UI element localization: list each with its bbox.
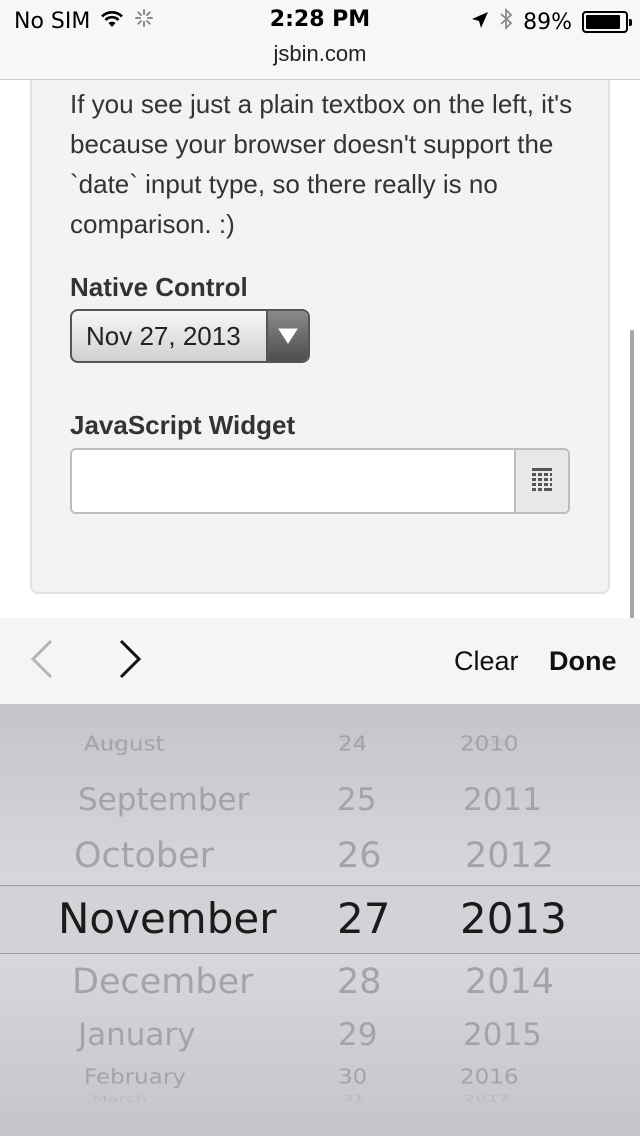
done-button[interactable]: Done	[549, 646, 617, 677]
battery-icon	[582, 11, 632, 33]
comparison-panel: If you see just a plain textbox on the l…	[30, 80, 610, 594]
status-bar: No SIM 2:28 PM 89%	[0, 0, 640, 40]
picker-month-item[interactable]: December	[72, 962, 254, 1002]
picker-day-item[interactable]: 26	[337, 836, 382, 876]
previous-field-button[interactable]	[18, 638, 66, 684]
intro-paragraph: If you see just a plain textbox on the l…	[70, 89, 573, 239]
picker-month-faint-below: March	[92, 1093, 147, 1104]
clear-button[interactable]: Clear	[454, 646, 519, 677]
picker-day-faint-below: 31	[342, 1093, 365, 1104]
url-text: jsbin.com	[273, 41, 367, 66]
battery-percent: 89%	[523, 9, 572, 35]
status-bar-right: 89%	[471, 7, 632, 36]
picker-month-item[interactable]: August	[84, 732, 165, 755]
picker-year-item[interactable]: 2015	[463, 1017, 542, 1053]
picker-day-item[interactable]: 30	[338, 1065, 367, 1088]
next-field-button[interactable]	[106, 638, 154, 684]
chevron-right-icon	[117, 639, 143, 684]
js-date-input[interactable]	[72, 450, 516, 512]
js-widget-label: JavaScript Widget	[70, 410, 296, 440]
picker-year-faint-below: 2017	[464, 1093, 510, 1104]
picker-year-selected[interactable]: 2013	[460, 894, 567, 943]
battery-fill	[586, 15, 620, 29]
picker-year-item[interactable]: 2014	[465, 962, 554, 1002]
picker-month-selected[interactable]: November	[58, 894, 277, 943]
chevron-left-icon	[29, 639, 55, 684]
date-picker-wheel[interactable]: July August September October November D…	[0, 704, 640, 1136]
url-bar[interactable]: jsbin.com	[0, 40, 640, 80]
picker-month-item[interactable]: January	[78, 1017, 196, 1053]
web-content: If you see just a plain textbox on the l…	[0, 80, 640, 618]
chevron-down-icon	[266, 311, 308, 361]
js-date-field	[70, 448, 570, 514]
location-arrow-icon	[471, 10, 489, 35]
picker-day-item[interactable]: 25	[337, 782, 376, 818]
picker-day-item[interactable]: 28	[337, 962, 382, 1002]
keyboard-accessory-bar: Clear Done	[0, 618, 640, 704]
picker-month-item[interactable]: September	[78, 782, 249, 818]
picker-month-item[interactable]: February	[84, 1065, 186, 1088]
calendar-icon	[530, 466, 554, 497]
picker-day-item[interactable]: 24	[338, 732, 367, 755]
bluetooth-icon	[499, 7, 513, 36]
picker-day-item[interactable]: 29	[338, 1017, 377, 1053]
picker-year-item[interactable]: 2012	[465, 836, 554, 876]
native-date-select[interactable]: Nov 27, 2013	[70, 309, 310, 363]
picker-year-item[interactable]: 2016	[460, 1065, 519, 1088]
scroll-indicator	[630, 330, 634, 618]
native-date-value: Nov 27, 2013	[86, 321, 241, 351]
calendar-button[interactable]	[514, 450, 568, 512]
native-control-label: Native Control	[70, 272, 248, 302]
picker-month-item[interactable]: October	[74, 836, 214, 876]
picker-year-item[interactable]: 2010	[460, 732, 519, 755]
picker-day-selected[interactable]: 27	[337, 894, 390, 943]
picker-year-item[interactable]: 2011	[463, 782, 542, 818]
